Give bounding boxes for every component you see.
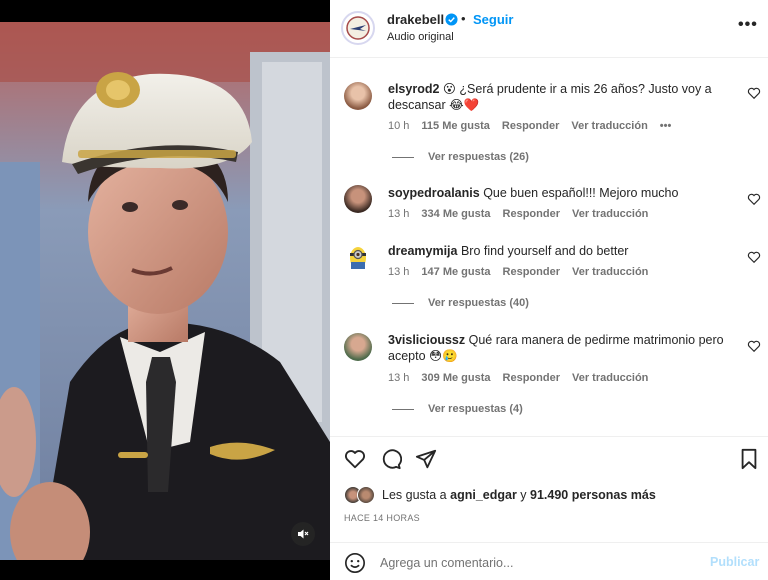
- comment-meta: 10 h 115 Me gusta Responder Ver traducción •…: [388, 120, 683, 132]
- comment-likes[interactable]: 334 Me gusta: [421, 208, 490, 220]
- comment-bubble-icon[interactable]: [380, 448, 402, 470]
- comment-text: elsyrod2 😮 ¿Será prudente ir a mis 26 añ…: [388, 81, 728, 113]
- author-username[interactable]: drakebell: [387, 12, 444, 27]
- follow-button[interactable]: Seguir: [473, 12, 513, 27]
- comment-content: Bro find yourself and do better: [460, 244, 629, 258]
- video-frame: [0, 22, 330, 560]
- comment-options-icon[interactable]: •••: [660, 120, 672, 132]
- replies-line: [392, 302, 414, 304]
- comment-text: dreamymija Bro find yourself and do bett…: [388, 243, 728, 259]
- comment-likes[interactable]: 309 Me gusta: [421, 372, 490, 384]
- reply-button[interactable]: Responder: [503, 372, 560, 384]
- comment-content: Que buen español!!! Mejoro mucho: [483, 186, 679, 200]
- likes-joiner: y: [520, 488, 527, 502]
- liker-avatar: [357, 486, 375, 504]
- audio-label[interactable]: Audio original: [387, 31, 454, 43]
- comment-time: 10 h: [388, 120, 410, 132]
- view-replies-button[interactable]: Ver respuestas (26): [392, 151, 529, 163]
- commenter-username[interactable]: elsyrod2: [388, 82, 439, 96]
- author-avatar[interactable]: [341, 11, 375, 45]
- comment-time: 13 h: [388, 372, 410, 384]
- likers-avatars[interactable]: [344, 486, 378, 504]
- comment-meta: 13 h 309 Me gusta Responder Ver traducción: [388, 372, 660, 384]
- reply-button[interactable]: Responder: [502, 120, 559, 132]
- separator-dot: •: [461, 11, 466, 26]
- translate-button[interactable]: Ver traducción: [572, 372, 648, 384]
- view-replies-label: Ver respuestas (26): [428, 151, 529, 163]
- comment-text: soypedroalanis Que buen español!!! Mejor…: [388, 185, 728, 201]
- view-replies-button[interactable]: Ver respuestas (4): [392, 403, 523, 415]
- more-options-icon[interactable]: •••: [738, 16, 758, 34]
- translate-button[interactable]: Ver traducción: [572, 208, 648, 220]
- comment-likes[interactable]: 115 Me gusta: [421, 120, 489, 132]
- add-comment-bar: Publicar: [330, 542, 768, 580]
- verified-badge-icon: [445, 13, 458, 26]
- mute-button[interactable]: [291, 522, 315, 546]
- publish-button[interactable]: Publicar: [710, 555, 759, 569]
- heart-icon[interactable]: [747, 86, 761, 100]
- reply-button[interactable]: Responder: [503, 208, 560, 220]
- video-top-letterbox: [0, 0, 330, 22]
- likes-summary: Les gusta a agni_edgar y 91.490 personas…: [344, 486, 656, 504]
- commenter-avatar[interactable]: [344, 82, 372, 110]
- video-bottom-letterbox: [0, 560, 330, 580]
- comment-meta: 13 h 334 Me gusta Responder Ver traducción: [388, 208, 660, 220]
- comment-likes[interactable]: 147 Me gusta: [421, 266, 490, 278]
- share-send-icon[interactable]: [415, 448, 437, 470]
- instagram-post-view: drakebell • Seguir Audio original ••• el…: [0, 0, 768, 580]
- reply-button[interactable]: Responder: [503, 266, 560, 278]
- like-heart-icon[interactable]: [344, 448, 366, 470]
- commenter-avatar[interactable]: [344, 333, 372, 361]
- bookmark-icon[interactable]: [738, 448, 760, 470]
- replies-line: [392, 408, 414, 410]
- comment-time: 13 h: [388, 208, 410, 220]
- view-replies-button[interactable]: Ver respuestas (40): [392, 297, 529, 309]
- translate-button[interactable]: Ver traducción: [572, 266, 648, 278]
- airplane-logo-icon: [346, 16, 370, 40]
- replies-line: [392, 156, 414, 158]
- heart-icon[interactable]: [747, 250, 761, 264]
- actions-divider: [330, 436, 768, 437]
- liker-username[interactable]: agni_edgar: [450, 488, 517, 502]
- comment-meta: 13 h 147 Me gusta Responder Ver traducción: [388, 266, 660, 278]
- commenter-username[interactable]: 3vislicioussz: [388, 333, 465, 347]
- commenter-username[interactable]: soypedroalanis: [388, 186, 480, 200]
- view-replies-label: Ver respuestas (4): [428, 403, 523, 415]
- commenter-avatar[interactable]: [344, 185, 372, 213]
- post-header: drakebell • Seguir Audio original •••: [330, 0, 768, 58]
- post-details-panel: drakebell • Seguir Audio original ••• el…: [330, 0, 768, 580]
- post-timestamp[interactable]: HACE 14 HORAS: [344, 513, 420, 523]
- volume-off-icon: [298, 529, 309, 539]
- commenter-avatar[interactable]: [344, 243, 372, 271]
- comment-input[interactable]: [380, 554, 680, 572]
- likes-prefix: Les gusta a: [382, 488, 447, 502]
- heart-icon[interactable]: [747, 339, 761, 353]
- commenter-username[interactable]: dreamymija: [388, 244, 457, 258]
- translate-button[interactable]: Ver traducción: [571, 120, 647, 132]
- comment-time: 13 h: [388, 266, 410, 278]
- comment-text: 3vislicioussz Qué rara manera de pedirme…: [388, 332, 728, 364]
- minion-avatar-icon: [350, 247, 366, 269]
- heart-icon[interactable]: [747, 192, 761, 206]
- view-replies-label: Ver respuestas (40): [428, 297, 529, 309]
- video-player[interactable]: [0, 0, 330, 580]
- likes-count[interactable]: 91.490 personas más: [530, 488, 656, 502]
- emoji-smiley-icon[interactable]: [344, 552, 366, 574]
